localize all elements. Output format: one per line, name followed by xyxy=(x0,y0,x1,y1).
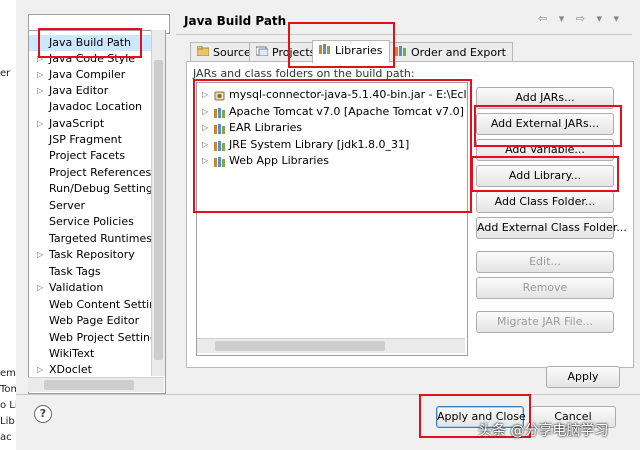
order-export-icon xyxy=(395,43,407,62)
tree-item-label: JavaScript xyxy=(49,117,105,130)
add-class-folder-button[interactable]: Add Class Folder... xyxy=(476,191,614,213)
tree-item-label: Run/Debug Settings xyxy=(49,182,159,195)
library-list: ▷ mysql-connector-java-5.1.40-bin.jar - E… xyxy=(196,82,468,356)
tree-item-label: Service Policies xyxy=(49,215,134,228)
jar-icon xyxy=(214,90,225,101)
header-separator xyxy=(176,34,632,35)
tree-item-label: Java Build Path xyxy=(49,36,132,49)
list-item-label: Web App Libraries xyxy=(229,154,329,167)
expand-arrow-icon[interactable]: ▷ xyxy=(37,280,43,296)
tree-item-label: WikiText xyxy=(49,347,95,360)
apply-button[interactable]: Apply xyxy=(546,366,620,388)
library-icon xyxy=(214,140,225,151)
help-icon[interactable]: ? xyxy=(34,405,52,423)
list-item-label: Apache Tomcat v7.0 [Apache Tomcat v7.0] xyxy=(229,105,464,118)
projects-icon xyxy=(255,43,269,62)
list-item-label: JRE System Library [jdk1.8.0_31] xyxy=(229,138,410,151)
property-tree: Java Build Path ▷ Java Code Style ▷ Java C… xyxy=(28,30,166,394)
tree-vertical-scrollbar[interactable] xyxy=(151,30,165,376)
list-item-label: EAR Libraries xyxy=(229,121,303,134)
library-icon xyxy=(214,107,225,118)
scrollbar-thumb[interactable] xyxy=(44,380,134,390)
tree-item-label: Targeted Runtimes xyxy=(49,232,152,245)
add-external-jars-button[interactable]: Add External JARs... xyxy=(476,113,614,135)
add-external-class-folder-button[interactable]: Add External Class Folder... xyxy=(476,217,627,239)
add-jars-button[interactable]: Add JARs... xyxy=(476,87,614,109)
list-horizontal-scrollbar[interactable] xyxy=(197,338,465,353)
expand-arrow-icon[interactable]: ▷ xyxy=(37,116,43,132)
watermark-text: 头条 @分享电脑学习 xyxy=(478,423,609,439)
edit-button[interactable]: Edit... xyxy=(476,251,614,273)
list-item-label: mysql-connector-java-5.1.40-bin.jar - E:… xyxy=(229,88,467,101)
tree-item-label: Java Editor xyxy=(49,84,109,97)
library-icon xyxy=(214,156,225,167)
expand-arrow-icon[interactable]: ▷ xyxy=(202,153,208,169)
page-title: Java Build Path xyxy=(184,14,287,28)
tab-libraries[interactable]: Libraries xyxy=(312,40,390,63)
tree-item-label: Server xyxy=(49,199,86,212)
expand-arrow-icon[interactable]: ▷ xyxy=(37,362,43,378)
parent-window-edge: er em B Tom o Lib Lib ac xyxy=(0,0,26,450)
tree-item-label: Project References xyxy=(49,166,152,179)
migrate-jar-button[interactable]: Migrate JAR File... xyxy=(476,311,614,333)
tab-label: Projects xyxy=(272,46,316,59)
remove-button[interactable]: Remove xyxy=(476,277,614,299)
expand-arrow-icon[interactable]: ▷ xyxy=(202,120,208,136)
tree-item-label: Web Page Editor xyxy=(49,314,140,327)
expand-arrow-icon[interactable]: ▷ xyxy=(37,51,43,67)
library-icon xyxy=(214,123,225,134)
expand-arrow-icon[interactable]: ▷ xyxy=(37,83,43,99)
tree-item-label: Web Project Settings xyxy=(49,331,163,344)
history-nav-icons[interactable]: ⇦ ▾ ⇨ ▾ ▾ xyxy=(538,12,623,25)
parent-fragment: ac xyxy=(0,432,12,443)
tree-item-label: Web Content Settings xyxy=(49,298,166,311)
tree-item-label: Javadoc Location xyxy=(49,100,143,113)
footer-separator xyxy=(16,394,640,395)
add-library-button[interactable]: Add Library... xyxy=(476,165,614,187)
expand-arrow-icon[interactable]: ▷ xyxy=(37,247,43,263)
tree-item-label: Validation xyxy=(49,281,104,294)
tab-label: Source xyxy=(213,46,251,59)
tree-item-label: Java Code Style xyxy=(49,52,136,65)
expand-arrow-icon[interactable]: ▷ xyxy=(37,67,43,83)
tree-item-label: Project Facets xyxy=(49,149,126,162)
tab-source[interactable]: Source xyxy=(190,42,258,62)
libraries-icon xyxy=(319,41,331,60)
tab-label: Order and Export xyxy=(411,46,506,59)
tree-item-label: XDoclet xyxy=(49,363,92,376)
add-variable-button[interactable]: Add Variable... xyxy=(476,139,614,161)
expand-arrow-icon[interactable]: ▷ xyxy=(202,87,208,103)
scrollbar-thumb[interactable] xyxy=(154,60,163,360)
tree-item-label: Task Repository xyxy=(49,248,135,261)
parent-fragment: er xyxy=(0,68,11,79)
tab-label: Libraries xyxy=(335,44,383,57)
expand-arrow-icon[interactable]: ▷ xyxy=(202,104,208,120)
scrollbar-thumb[interactable] xyxy=(215,341,385,351)
tree-item-label: Java Compiler xyxy=(49,68,126,81)
tab-order-export[interactable]: Order and Export xyxy=(388,42,513,62)
tree-item-label: Task Tags xyxy=(49,265,101,278)
tree-horizontal-scrollbar[interactable] xyxy=(28,377,164,392)
source-folder-icon xyxy=(196,43,210,62)
build-path-caption: JARs and class folders on the build path… xyxy=(193,67,415,80)
parent-fragment: Lib xyxy=(0,416,15,427)
expand-arrow-icon[interactable]: ▷ xyxy=(202,137,208,153)
tree-item-label: JSP Fragment xyxy=(49,133,122,146)
tree-item-java-build-path[interactable]: Java Build Path xyxy=(29,35,151,51)
